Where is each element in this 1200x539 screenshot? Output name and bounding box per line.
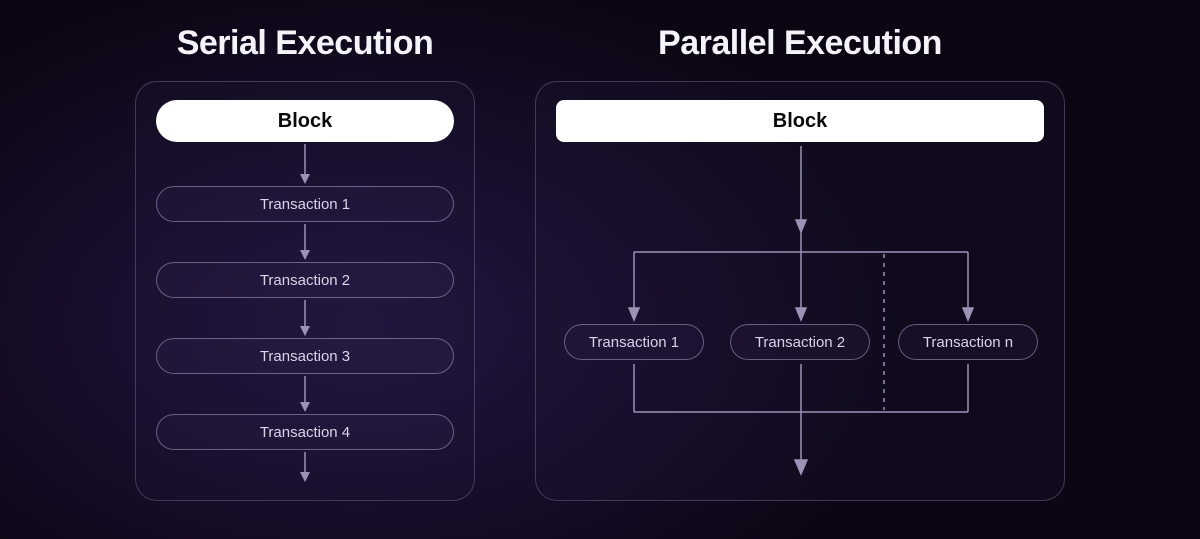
serial-tx-2: Transaction 2 — [156, 262, 454, 298]
serial-column: Serial Execution Block Transaction 1 Tra… — [135, 24, 475, 501]
serial-tx-3: Transaction 3 — [156, 338, 454, 374]
arrow-down-icon — [295, 374, 315, 414]
parallel-tx-2: Transaction 2 — [730, 324, 870, 360]
parallel-title: Parallel Execution — [658, 24, 942, 63]
arrow-down-icon — [295, 298, 315, 338]
serial-title: Serial Execution — [177, 24, 434, 63]
serial-block: Block — [156, 100, 454, 142]
arrow-down-icon — [295, 142, 315, 186]
parallel-block: Block — [556, 100, 1044, 142]
parallel-column: Parallel Execution Block — [535, 24, 1065, 501]
parallel-tx-n-pill: Transaction n — [898, 324, 1038, 360]
parallel-tx-1-pill: Transaction 1 — [564, 324, 704, 360]
parallel-tx-2-pill: Transaction 2 — [730, 324, 870, 360]
serial-tx-1: Transaction 1 — [156, 186, 454, 222]
diagram-stage: Serial Execution Block Transaction 1 Tra… — [0, 0, 1200, 501]
parallel-tx-1: Transaction 1 — [564, 324, 704, 360]
parallel-connectors — [556, 142, 1046, 502]
serial-panel: Block Transaction 1 Transaction 2 Transa… — [135, 81, 475, 501]
serial-flow: Transaction 1 Transaction 2 Transaction … — [156, 142, 454, 484]
parallel-flow: Transaction 1 Transaction 2 Transaction … — [556, 142, 1044, 502]
arrow-down-icon — [295, 450, 315, 484]
parallel-panel: Block — [535, 81, 1065, 501]
serial-tx-4: Transaction 4 — [156, 414, 454, 450]
parallel-tx-n: Transaction n — [898, 324, 1038, 360]
arrow-down-icon — [295, 222, 315, 262]
